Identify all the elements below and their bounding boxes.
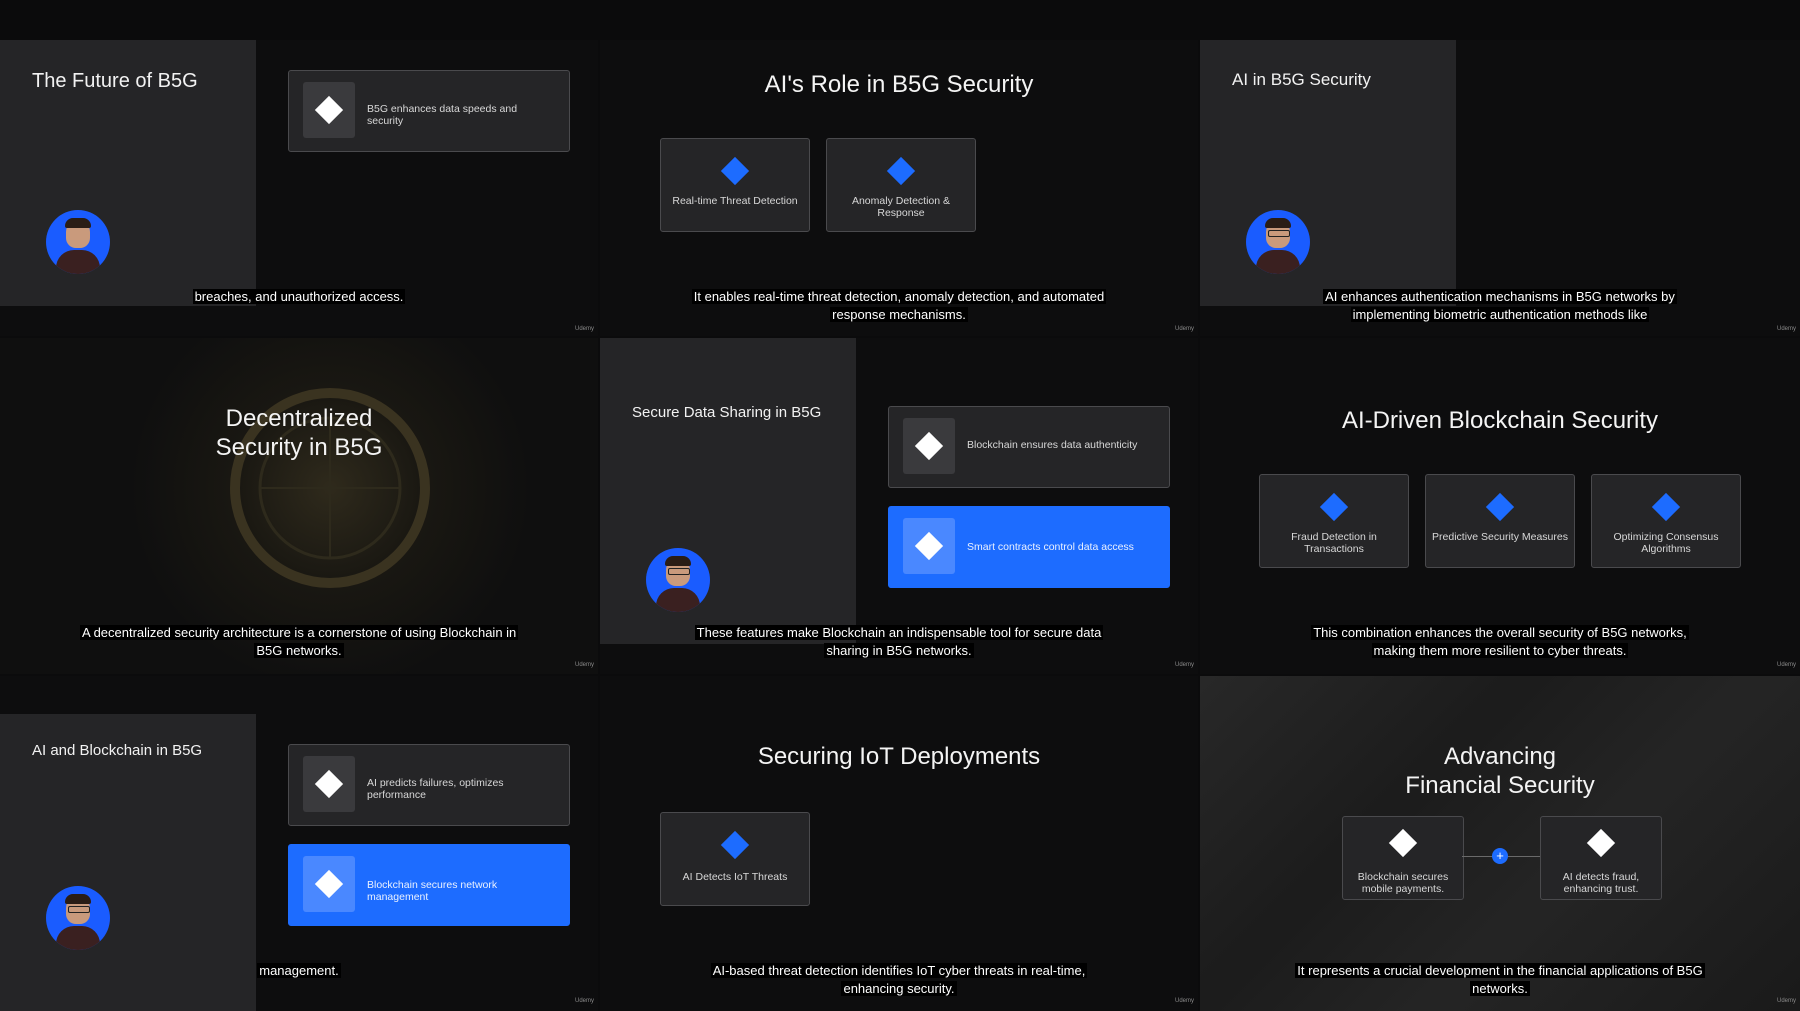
- feature-card: Predictive Security Measures: [1425, 474, 1575, 568]
- info-card: Blockchain secures mobile payments.: [1342, 816, 1464, 900]
- card-text: Blockchain ensures data authenticity: [967, 439, 1138, 451]
- slide-title: AI in B5G Security: [1232, 70, 1371, 89]
- icon-box: [903, 518, 955, 574]
- presenter-avatar: [646, 548, 710, 612]
- subtitle-caption: A decentralized security architecture is…: [80, 625, 519, 658]
- card-text: Real-time Threat Detection: [672, 195, 798, 207]
- slide-title: Advancing Financial Security: [1405, 743, 1595, 799]
- card-text: AI predicts failures, optimizes performa…: [367, 777, 504, 801]
- feature-card: Anomaly Detection & Response: [826, 138, 976, 232]
- subtitle-caption: AI enhances authentication mechanisms in…: [1323, 289, 1677, 322]
- card-text: AI Detects IoT Threats: [682, 871, 788, 883]
- udemy-watermark: Udemy: [1776, 662, 1796, 668]
- slide-advancing-financial-security[interactable]: Advancing Financial Security Blockchain …: [1200, 676, 1800, 1011]
- presenter-avatar: [46, 886, 110, 950]
- slide-title: Decentralized Security in B5G: [215, 405, 383, 461]
- slide-ai-in-b5g-security[interactable]: AI in B5G Security AI enhances authentic…: [1200, 40, 1800, 336]
- udemy-watermark: Udemy: [574, 662, 594, 668]
- info-card-highlighted: Smart contracts control data access: [888, 506, 1170, 588]
- feature-card: Fraud Detection in Transactions: [1259, 474, 1409, 568]
- feature-card: AI Detects IoT Threats: [660, 812, 810, 906]
- diamond-icon: [1388, 828, 1418, 858]
- diamond-icon: [720, 156, 750, 186]
- card-text: Fraud Detection in Transactions: [1291, 531, 1377, 555]
- diamond-icon: [314, 769, 344, 799]
- slide-title: Secure Data Sharing in B5G: [632, 404, 822, 421]
- slide-secure-data-sharing[interactable]: Secure Data Sharing in B5G Blockchain en…: [600, 338, 1198, 674]
- thumbnail-grid: The Future of B5G B5G enhances data spee…: [0, 0, 1800, 1011]
- card-text: Anomaly Detection & Response: [851, 195, 951, 219]
- icon-box: [903, 418, 955, 474]
- slide-sidebar: [600, 338, 856, 644]
- slide-ai-driven-blockchain-security[interactable]: AI-Driven Blockchain Security Fraud Dete…: [1200, 338, 1800, 674]
- subtitle-caption: management.: [257, 963, 341, 978]
- card-text: Optimizing Consensus Algorithms: [1613, 531, 1719, 555]
- slide-title: AI-Driven Blockchain Security: [1341, 407, 1659, 434]
- diamond-icon: [886, 156, 916, 186]
- icon-box: [303, 856, 355, 912]
- info-card: AI detects fraud, enhancing trust.: [1540, 816, 1662, 900]
- diamond-icon: [1651, 492, 1681, 522]
- card-text: Blockchain secures network management: [367, 879, 498, 903]
- udemy-watermark: Udemy: [574, 998, 594, 1004]
- card-text: Smart contracts control data access: [967, 541, 1134, 553]
- slide-title: The Future of B5G: [32, 70, 198, 92]
- udemy-watermark: Udemy: [1174, 326, 1194, 332]
- slide-securing-iot-deployments[interactable]: Securing IoT Deployments AI Detects IoT …: [600, 676, 1198, 1011]
- background-photo: [1200, 676, 1800, 1011]
- card-text: AI detects fraud, enhancing trust.: [1562, 871, 1640, 895]
- diamond-icon: [720, 830, 750, 860]
- diamond-icon: [914, 531, 944, 561]
- icon-box: [303, 82, 355, 138]
- subtitle-caption: It represents a crucial development in t…: [1295, 963, 1705, 996]
- diamond-icon: [314, 95, 344, 125]
- feature-card: Real-time Threat Detection: [660, 138, 810, 232]
- info-card: AI predicts failures, optimizes performa…: [288, 744, 570, 826]
- udemy-watermark: Udemy: [1776, 326, 1796, 332]
- slide-ai-and-blockchain[interactable]: AI and Blockchain in B5G AI predicts fai…: [0, 676, 598, 1011]
- subtitle-caption: breaches, and unauthorized access.: [192, 289, 406, 304]
- slide-future-of-b5g[interactable]: The Future of B5G B5G enhances data spee…: [0, 40, 598, 336]
- presenter-avatar: [46, 210, 110, 274]
- info-card-highlighted: Blockchain secures network management: [288, 844, 570, 926]
- slide-ai-role-in-b5g-security[interactable]: AI's Role in B5G Security Real-time Thre…: [600, 40, 1198, 336]
- subtitle-caption: AI-based threat detection identifies IoT…: [710, 963, 1088, 996]
- card-text: Blockchain secures mobile payments.: [1357, 871, 1449, 895]
- udemy-watermark: Udemy: [1174, 998, 1194, 1004]
- slide-title: AI's Role in B5G Security: [764, 71, 1034, 98]
- presenter-avatar: [1246, 210, 1310, 274]
- subtitle-caption: It enables real-time threat detection, a…: [691, 289, 1107, 322]
- diamond-icon: [1586, 828, 1616, 858]
- udemy-watermark: Udemy: [1174, 662, 1194, 668]
- diamond-icon: [314, 869, 344, 899]
- slide-title: Securing IoT Deployments: [757, 743, 1041, 770]
- info-card: B5G enhances data speeds and security: [288, 70, 570, 152]
- card-text: B5G enhances data speeds and security: [367, 103, 518, 127]
- card-text: Predictive Security Measures: [1432, 531, 1568, 543]
- slide-decentralized-security[interactable]: Decentralized Security in B5G A decentra…: [0, 338, 598, 674]
- udemy-watermark: Udemy: [574, 326, 594, 332]
- info-card: Blockchain ensures data authenticity: [888, 406, 1170, 488]
- icon-box: [303, 756, 355, 812]
- slide-title: AI and Blockchain in B5G: [32, 742, 203, 759]
- diamond-icon: [914, 431, 944, 461]
- udemy-watermark: Udemy: [1776, 998, 1796, 1004]
- subtitle-caption: This combination enhances the overall se…: [1311, 625, 1689, 658]
- diamond-icon: [1319, 492, 1349, 522]
- diamond-icon: [1485, 492, 1515, 522]
- plus-icon: +: [1492, 848, 1508, 864]
- feature-card: Optimizing Consensus Algorithms: [1591, 474, 1741, 568]
- subtitle-caption: These features make Blockchain an indisp…: [694, 625, 1104, 658]
